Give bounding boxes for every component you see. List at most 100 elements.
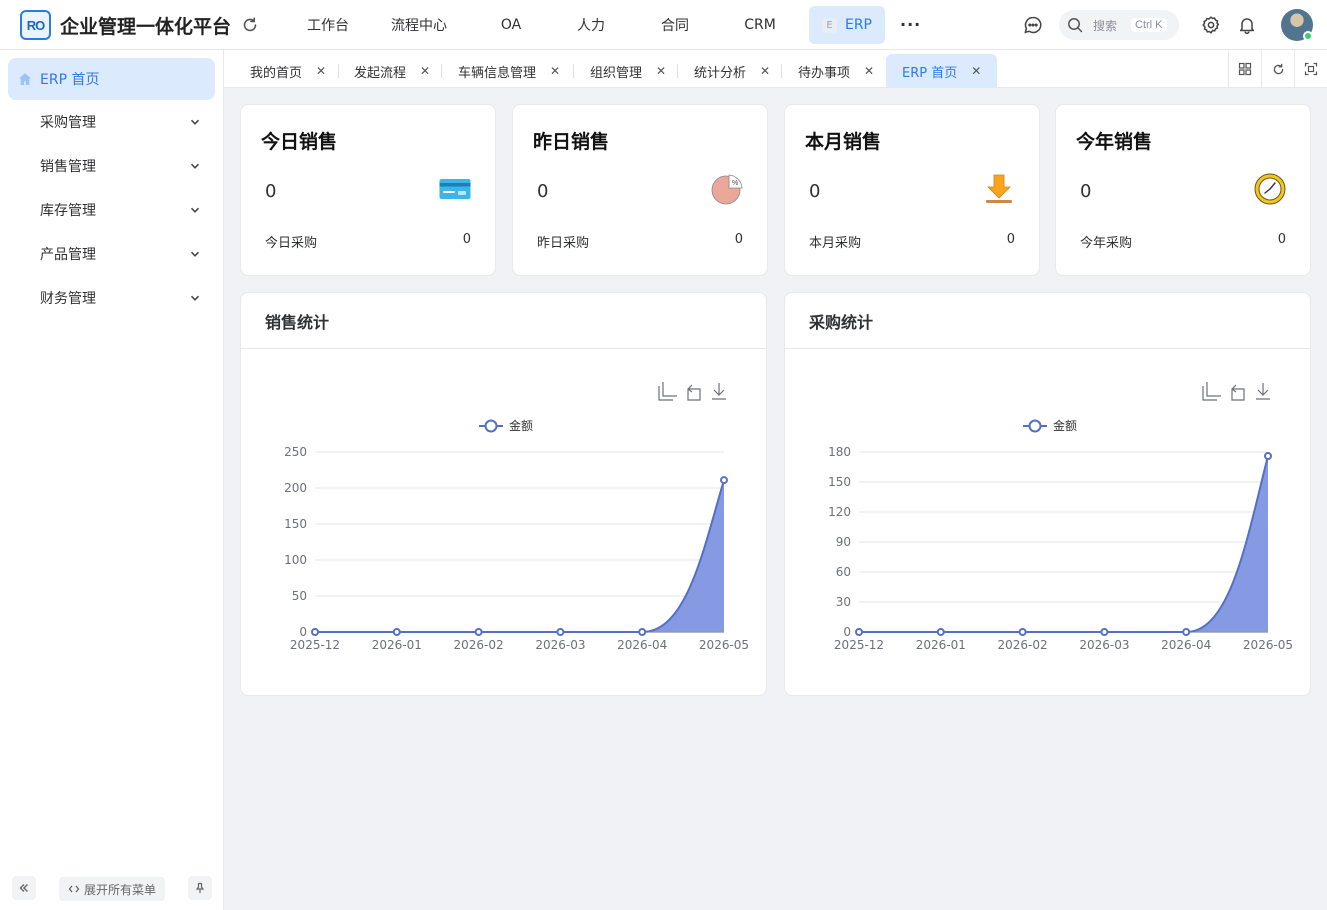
legend-label: 金额	[509, 418, 533, 433]
tab-divider	[573, 64, 574, 78]
x-tick-label: 2026-02	[454, 638, 504, 652]
save-image-icon[interactable]	[1256, 383, 1270, 400]
pie-chart-icon: %	[711, 174, 743, 205]
search-box[interactable]: 搜索 Ctrl K	[1059, 10, 1179, 40]
chevron-down-icon	[190, 163, 200, 169]
tab-statistics[interactable]: 统计分析 ✕	[694, 54, 770, 88]
data-point[interactable]	[1018, 628, 1027, 636]
tab-grid-button[interactable]	[1228, 50, 1261, 88]
tab-label: 车辆信息管理	[458, 65, 537, 81]
topnav-label: 人力	[577, 18, 605, 34]
data-point[interactable]	[311, 628, 319, 636]
stat-title: 昨日销售	[533, 131, 610, 153]
tab-vehicle-info[interactable]: 车辆信息管理 ✕	[458, 54, 560, 88]
sidebar-item-product[interactable]: 产品管理	[8, 234, 215, 274]
sidebar-item-finance[interactable]: 财务管理	[8, 278, 215, 318]
logo-text: RO	[26, 17, 45, 33]
topnav-label: 合同	[661, 18, 689, 34]
data-point[interactable]	[1264, 452, 1272, 460]
stat-value: 0	[537, 181, 549, 202]
x-tick-label: 2026-04	[1161, 638, 1211, 652]
tab-divider	[338, 64, 339, 78]
chart-title: 销售统计	[241, 293, 766, 349]
top-header: RO 企业管理一体化平台 工作台 流程中心 OA 人力 合同 CRM E ERP…	[0, 0, 1327, 50]
svg-text:%: %	[732, 180, 738, 187]
chat-icon[interactable]	[1023, 15, 1043, 35]
data-point[interactable]	[638, 628, 647, 636]
topnav-label: 流程中心	[391, 18, 447, 34]
sidebar-item-purchase[interactable]: 采购管理	[8, 102, 215, 142]
data-point[interactable]	[1182, 628, 1191, 636]
data-point[interactable]	[556, 628, 565, 636]
bell-icon[interactable]	[1237, 15, 1257, 35]
refresh-icon[interactable]	[240, 15, 260, 35]
chart-legend[interactable]: 金额	[1023, 418, 1077, 433]
sidebar-home-label: ERP 首页	[40, 72, 100, 88]
topnav-item-oa[interactable]: OA	[466, 6, 556, 44]
data-point[interactable]	[474, 628, 483, 636]
tab-label: 发起流程	[354, 65, 407, 81]
tab-my-home[interactable]: 我的首页 ✕	[250, 54, 326, 88]
data-point[interactable]	[855, 628, 863, 636]
close-icon[interactable]: ✕	[316, 64, 326, 78]
fullscreen-icon	[1304, 62, 1318, 76]
tab-refresh-button[interactable]	[1261, 50, 1294, 88]
tab-divider	[677, 64, 678, 78]
sales-chart-card: 销售统计 金额 0 50 100 150 200 250 2025-12 2026-01 2026…	[240, 292, 767, 696]
double-chevron-left-icon	[19, 884, 28, 892]
close-icon[interactable]: ✕	[656, 64, 666, 78]
tab-label: ERP 首页	[902, 65, 958, 81]
app-logo[interactable]: RO	[20, 10, 51, 40]
save-image-icon[interactable]	[712, 383, 726, 400]
page-tabs-bar: 我的首页 ✕ 发起流程 ✕ 车辆信息管理 ✕ 组织管理 ✕ 统计分析 ✕ 待办事项 ✕ ER…	[224, 50, 1327, 88]
sidebar-item-erp-home[interactable]: ERP 首页	[8, 58, 215, 100]
restore-icon[interactable]	[1231, 384, 1245, 401]
more-menu-button[interactable]: ···	[900, 15, 921, 34]
data-point[interactable]	[392, 628, 401, 636]
tab-tools	[1228, 50, 1327, 88]
zoom-icon[interactable]	[658, 382, 677, 401]
tab-start-process[interactable]: 发起流程 ✕	[354, 54, 430, 88]
close-icon[interactable]: ✕	[971, 64, 981, 78]
chart-title: 采购统计	[785, 293, 1310, 349]
gear-icon[interactable]	[1201, 15, 1221, 35]
pin-sidebar-button[interactable]	[188, 876, 212, 900]
close-icon[interactable]: ✕	[760, 64, 770, 78]
tab-fullscreen-button[interactable]	[1294, 50, 1327, 88]
sidebar-item-inventory[interactable]: 库存管理	[8, 190, 215, 230]
purchase-area-chart: 金额 0 30 60 90 120 150 180 2025-12 2026-01 2026-02 2…	[828, 382, 1293, 652]
stat-title: 今日销售	[261, 131, 338, 153]
close-icon[interactable]: ✕	[550, 64, 560, 78]
sidebar-item-label: 销售管理	[40, 159, 96, 175]
y-tick-label: 250	[284, 445, 307, 459]
chart-legend[interactable]: 金额	[479, 418, 533, 433]
tab-todo[interactable]: 待办事项 ✕	[798, 54, 874, 88]
topnav-label: ERP	[844, 17, 872, 33]
topnav-label: CRM	[744, 17, 776, 33]
tab-org-management[interactable]: 组织管理 ✕	[590, 54, 666, 88]
close-icon[interactable]: ✕	[864, 64, 874, 78]
topnav-item-erp[interactable]: E ERP	[809, 6, 885, 44]
sidebar-item-sales[interactable]: 销售管理	[8, 146, 215, 186]
chart-toolbox	[658, 382, 726, 401]
data-point[interactable]	[720, 476, 728, 485]
chevron-down-icon	[190, 295, 200, 301]
topnav-item-crm[interactable]: CRM	[724, 6, 796, 44]
stat-title: 本月销售	[805, 131, 882, 153]
topnav-item-process[interactable]: 流程中心	[372, 6, 466, 44]
topnav-label: OA	[500, 17, 522, 33]
topnav-item-contract[interactable]: 合同	[626, 6, 724, 44]
close-icon[interactable]: ✕	[420, 64, 430, 78]
zoom-icon[interactable]	[1202, 382, 1221, 401]
sidebar-item-label: 财务管理	[40, 291, 96, 307]
tab-erp-home[interactable]: ERP 首页 ✕	[886, 54, 998, 88]
data-point[interactable]	[1100, 628, 1109, 636]
topnav-item-workbench[interactable]: 工作台	[284, 6, 372, 44]
expand-all-menus-button[interactable]: 展开所有菜单	[59, 877, 165, 901]
restore-icon[interactable]	[687, 384, 701, 401]
x-tick-label: 2026-03	[535, 638, 585, 652]
collapse-sidebar-button[interactable]	[12, 876, 36, 900]
data-point[interactable]	[936, 628, 945, 636]
topnav-item-hr[interactable]: 人力	[556, 6, 626, 44]
x-tick-label: 2026-01	[916, 638, 966, 652]
